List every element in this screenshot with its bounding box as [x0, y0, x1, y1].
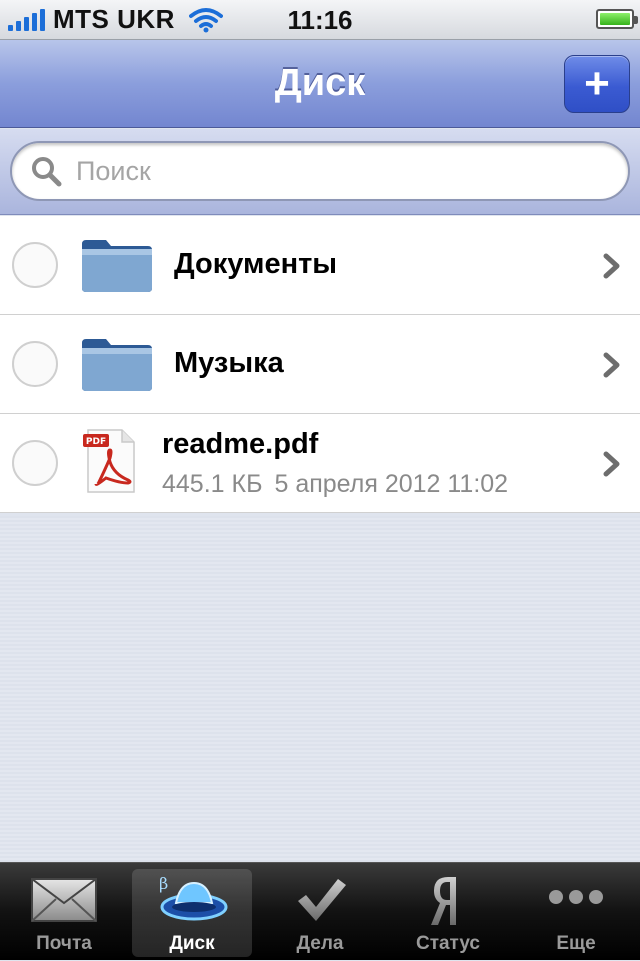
- tab-label: Статус: [415, 933, 481, 954]
- yandex-ya-icon: [431, 877, 456, 925]
- tab-bar: Почта β Диск Дела Статус Еще: [0, 862, 640, 960]
- tab-status[interactable]: Статус: [384, 863, 512, 961]
- list-item-folder[interactable]: Документы: [0, 216, 640, 315]
- folder-icon: [82, 240, 152, 292]
- wifi-icon: [188, 7, 223, 32]
- chevron-right-icon: [603, 253, 620, 279]
- search-input[interactable]: [74, 154, 554, 188]
- chevron-right-icon: [603, 451, 620, 477]
- carrier-name: MTS UKR: [53, 4, 175, 34]
- tab-more[interactable]: Еще: [512, 863, 640, 961]
- tab-label: Диск: [169, 933, 215, 954]
- search-bar: [0, 129, 640, 215]
- file-date: 5 апреля 2012 11:02: [274, 470, 509, 498]
- folder-name: Музыка: [174, 347, 284, 379]
- add-button[interactable]: +: [564, 55, 630, 113]
- tab-disk[interactable]: β Диск: [128, 863, 256, 961]
- select-radio[interactable]: [12, 341, 58, 387]
- battery-icon: [596, 9, 638, 29]
- file-name: readme.pdf: [162, 428, 319, 460]
- navigation-bar: Диск +: [0, 40, 640, 128]
- ufo-disk-icon: β: [159, 874, 228, 921]
- status-bar: MTS UKR 11:16: [0, 0, 640, 40]
- file-list: Документы Музыка PDF readme.pdf 445.1 КБ…: [0, 216, 640, 513]
- tab-label: Еще: [556, 933, 596, 954]
- more-dots-icon: [549, 890, 603, 904]
- file-meta: 445.1 КБ 5 апреля 2012 11:02: [162, 470, 508, 499]
- file-size: 445.1 КБ: [162, 470, 263, 498]
- chevron-right-icon: [603, 352, 620, 378]
- empty-background: [0, 516, 640, 862]
- tab-tasks[interactable]: Дела: [256, 863, 384, 961]
- list-item-folder[interactable]: Музыка: [0, 315, 640, 414]
- folder-name: Документы: [174, 248, 338, 280]
- search-field[interactable]: [10, 141, 630, 201]
- list-item-file[interactable]: PDF readme.pdf 445.1 КБ 5 апреля 2012 11:…: [0, 414, 640, 513]
- checkmark-icon: [298, 879, 346, 921]
- select-radio[interactable]: [12, 440, 58, 486]
- page-title: Диск: [274, 62, 366, 104]
- signal-strength-icon: [8, 8, 45, 31]
- svg-text:PDF: PDF: [86, 437, 106, 447]
- select-radio[interactable]: [12, 242, 58, 288]
- mail-icon: [31, 878, 97, 922]
- pdf-file-icon: PDF: [83, 429, 135, 493]
- tab-mail[interactable]: Почта: [0, 863, 128, 961]
- tab-label: Дела: [296, 933, 344, 954]
- folder-icon: [82, 339, 152, 391]
- beta-badge: β: [159, 874, 168, 893]
- tab-label: Почта: [36, 933, 92, 954]
- search-icon: [32, 157, 62, 187]
